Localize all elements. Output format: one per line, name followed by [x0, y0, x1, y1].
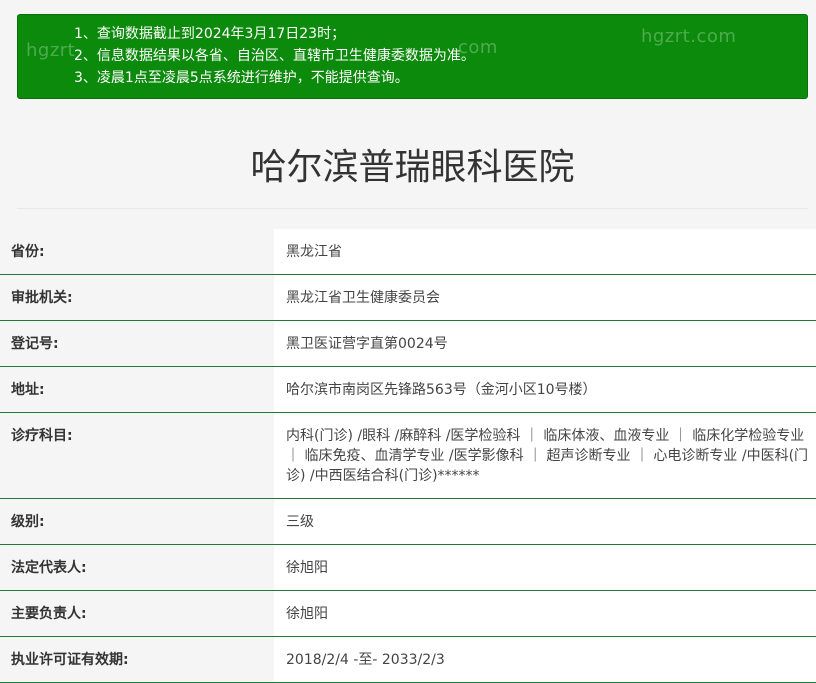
table-row: 审批机关: 黑龙江省卫生健康委员会: [0, 274, 816, 321]
row-label: 诊疗科目:: [0, 412, 274, 499]
row-value: 徐旭阳: [274, 544, 816, 591]
row-value: 三级: [274, 498, 816, 545]
row-label: 登记号:: [0, 320, 274, 367]
table-row: 地址: 哈尔滨市南岗区先锋路563号（金河小区10号楼）: [0, 366, 816, 413]
notice-line-2: 2、信息数据结果以各省、自治区、直辖市卫生健康委数据为准。: [74, 48, 475, 64]
table-row: 省份: 黑龙江省: [0, 229, 816, 275]
notice-line-3: 3、凌晨1点至凌晨5点系统进行维护，不能提供查询。: [74, 70, 409, 86]
row-value: 黑龙江省卫生健康委员会: [274, 274, 816, 321]
row-value: 黑卫医证营字直第0024号: [274, 320, 816, 367]
watermark: hgzrt: [26, 40, 76, 61]
row-label: 省份:: [0, 229, 274, 275]
table-row: 级别: 三级: [0, 498, 816, 545]
hospital-info-table: 省份: 黑龙江省 审批机关: 黑龙江省卫生健康委员会 登记号: 黑卫医证营字直第…: [0, 229, 816, 683]
table-row: 法定代表人: 徐旭阳: [0, 544, 816, 591]
page-title: 哈尔滨普瑞眼科医院: [250, 147, 575, 188]
row-value: 黑龙江省: [274, 229, 816, 275]
watermark: com: [458, 37, 498, 58]
row-value: 内科(门诊) /眼科 /麻醉科 /医学检验科 ｜ 临床体液、血液专业 ｜ 临床化…: [274, 412, 816, 499]
table-row: 诊疗科目: 内科(门诊) /眼科 /麻醉科 /医学检验科 ｜ 临床体液、血液专业…: [0, 412, 816, 499]
row-value: 哈尔滨市南岗区先锋路563号（金河小区10号楼）: [274, 366, 816, 413]
row-value: 2018/2/4 -至- 2033/2/3: [274, 636, 816, 683]
table-row: 执业许可证有效期: 2018/2/4 -至- 2033/2/3: [0, 636, 816, 683]
table-row: 主要负责人: 徐旭阳: [0, 590, 816, 637]
row-label: 地址:: [0, 366, 274, 413]
row-label: 主要负责人:: [0, 590, 274, 637]
watermark: hgzrt.com: [641, 26, 737, 47]
row-label: 执业许可证有效期:: [0, 636, 274, 683]
row-value: 徐旭阳: [274, 590, 816, 637]
row-label: 审批机关:: [0, 274, 274, 321]
title-divider: [17, 208, 808, 209]
row-label: 法定代表人:: [0, 544, 274, 591]
row-label: 级别:: [0, 498, 274, 545]
table-row: 登记号: 黑卫医证营字直第0024号: [0, 320, 816, 367]
